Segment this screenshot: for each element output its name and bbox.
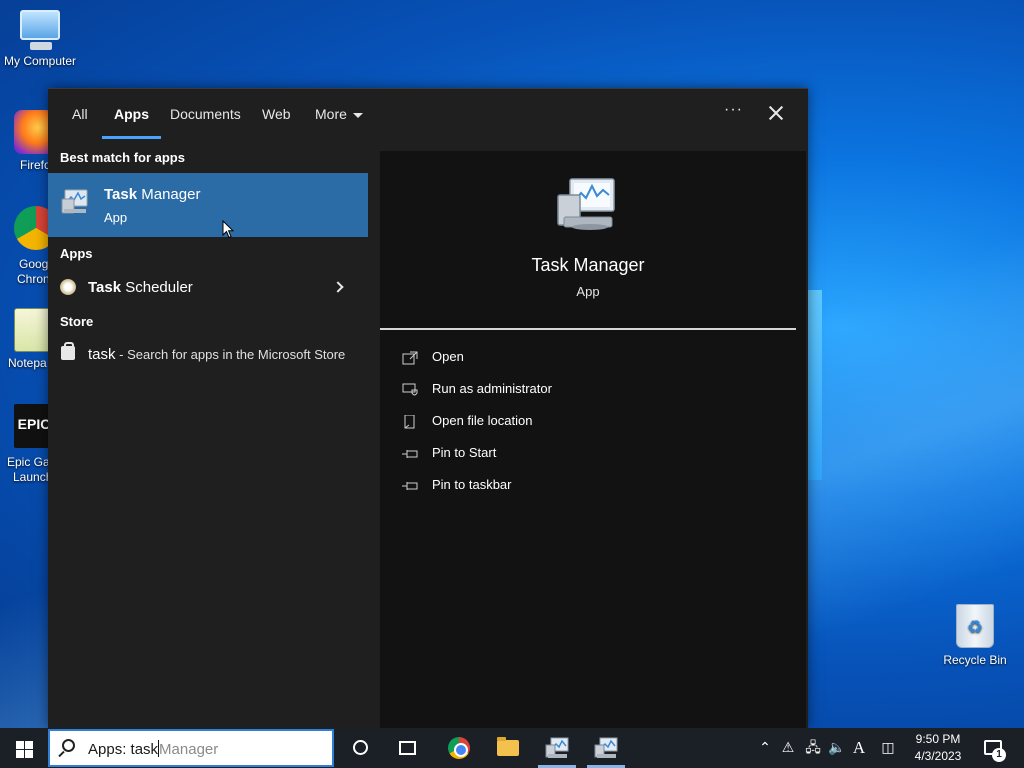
taskbar-chrome[interactable] — [436, 728, 482, 768]
mouse-cursor-icon — [222, 220, 234, 239]
task-manager-icon — [594, 737, 618, 758]
tab-documents[interactable]: Documents — [170, 106, 241, 139]
taskbar-search-input[interactable]: Apps: taskManager — [48, 729, 334, 767]
chevron-right-icon[interactable] — [332, 281, 344, 293]
start-button[interactable] — [0, 728, 48, 768]
apps-header: Apps — [60, 246, 93, 261]
preview-divider — [380, 328, 796, 330]
shield-icon — [402, 383, 418, 396]
task-manager-icon — [545, 737, 569, 758]
clock-time: 9:50 PM — [915, 732, 961, 746]
store-header: Store — [60, 314, 94, 329]
recycle-bin-icon — [956, 604, 994, 648]
cortana-icon — [353, 740, 368, 755]
task-view-button[interactable] — [384, 728, 430, 768]
desktop-icon-label: Goog — [19, 257, 49, 271]
computer-icon — [20, 10, 60, 50]
preview-subtitle: App — [576, 284, 600, 299]
desktop-icon-label: Firefo — [20, 158, 51, 172]
tab-web[interactable]: Web — [262, 106, 291, 139]
best-match-header: Best match for apps — [60, 150, 185, 165]
store-result-text: task - Search for apps in the Microsoft … — [88, 346, 346, 363]
file-location-icon — [404, 415, 415, 429]
preview-pane: Task Manager App Open Run as administrat… — [380, 151, 806, 729]
desktop-icon-label: Launch — [13, 470, 53, 484]
taskbar-clock[interactable]: 9:50 PM 4/3/2023 — [900, 731, 976, 765]
desktop-icon-my-computer[interactable]: My Computer — [0, 10, 80, 68]
app-result-title: Task Scheduler — [88, 279, 193, 296]
desktop-icon-recycle-bin[interactable]: Recycle Bin — [935, 604, 1015, 667]
desktop-icon-label: Epic Ga — [7, 455, 50, 469]
search-icon — [62, 739, 75, 752]
best-match-task-manager[interactable]: Task Manager App — [48, 173, 368, 237]
store-bag-icon — [61, 342, 75, 360]
task-scheduler-icon — [60, 279, 76, 295]
close-icon[interactable] — [766, 102, 786, 124]
cortana-button[interactable] — [337, 728, 383, 768]
tab-apps[interactable]: Apps — [102, 106, 161, 139]
results-list: Best match for apps Task Manager App App… — [48, 139, 370, 729]
taskbar-file-explorer[interactable] — [485, 728, 531, 768]
start-search-panel: All Apps Documents Web More ··· Best mat… — [48, 88, 808, 729]
best-match-subtitle: App — [104, 210, 128, 225]
notification-count-badge: 1 — [992, 748, 1006, 762]
desktop-icon-label: Notepa — [8, 356, 47, 370]
task-manager-icon — [557, 178, 615, 230]
best-match-title: Task Manager — [104, 186, 201, 203]
preview-title: Task Manager — [531, 255, 645, 275]
tab-all[interactable]: All — [72, 106, 88, 139]
search-query-text: Apps: taskManager — [88, 740, 219, 758]
show-hidden-icons-chevron-icon[interactable]: ⌃ — [757, 740, 773, 756]
wallpaper-light-beam — [808, 290, 822, 480]
more-options-button[interactable]: ··· — [724, 101, 743, 119]
desktop-icon-label: Recycle Bin — [943, 653, 1007, 667]
input-indicator[interactable]: A — [851, 739, 867, 756]
chevron-down-icon — [352, 112, 363, 118]
tab-more[interactable]: More — [315, 106, 363, 139]
folder-icon — [497, 737, 519, 756]
taskbar: Apps: taskManager ⌃ ⚠ 🖧 🔈 A ◫ 9:50 PM 4/… — [0, 728, 1024, 768]
search-tabs-bar: All Apps Documents Web More ··· — [48, 89, 808, 139]
ime-icon[interactable]: ◫ — [880, 740, 896, 756]
security-icon[interactable]: ⚠ — [780, 740, 796, 756]
chrome-icon — [448, 737, 470, 759]
clock-date: 4/3/2023 — [914, 749, 962, 763]
network-icon[interactable]: 🖧 — [805, 740, 821, 756]
pin-icon — [402, 482, 418, 490]
task-manager-icon — [61, 189, 88, 214]
desktop-icon-label: My Computer — [3, 54, 77, 68]
task-view-icon — [399, 741, 416, 755]
taskbar-task-manager-1[interactable] — [534, 728, 580, 768]
pin-icon — [402, 450, 418, 458]
desktop-icon-label: Chron — [17, 272, 50, 286]
open-icon — [402, 351, 418, 365]
volume-icon[interactable]: 🔈 — [828, 740, 845, 756]
taskbar-task-manager-2[interactable] — [583, 728, 629, 768]
